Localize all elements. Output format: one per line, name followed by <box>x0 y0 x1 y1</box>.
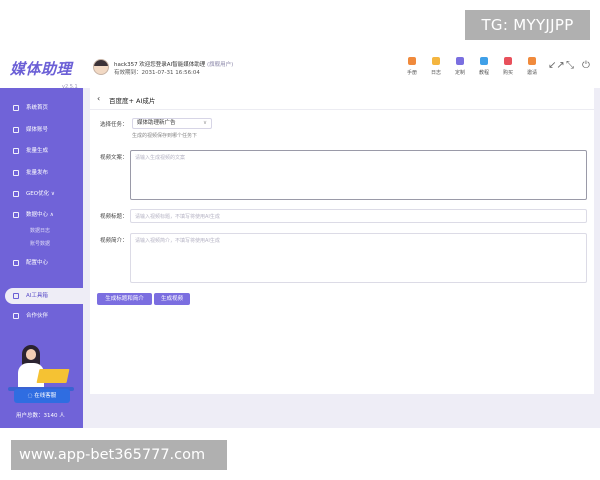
sidebar-item-label: 数据中心 ∧ <box>26 212 54 218</box>
chevron-down-icon: ∨ <box>50 191 55 197</box>
sidebar-item-label: 系统首页 <box>26 105 49 111</box>
intro-textarea[interactable]: 请输入视频简介，不填写将使用AI生成 <box>130 233 587 283</box>
geo-icon <box>13 191 19 197</box>
power-icon[interactable]: ⏻ <box>580 60 592 72</box>
watermark-url: www.app-bet365777.com <box>11 440 227 470</box>
toolbar-log[interactable]: 日志 <box>427 57 445 76</box>
toolbar-label: 邀请 <box>526 70 537 76</box>
sidebar-item-data-center[interactable]: 数据中心 ∧ <box>0 207 83 223</box>
toolbar-manual[interactable]: 手册 <box>403 57 421 76</box>
log-icon <box>432 57 440 65</box>
sidebar-item-label: 配置中心 <box>26 260 49 266</box>
task-label: 选择任务： <box>100 122 128 128</box>
expiry-text: 有效期到：2031-07-31 16:56:04 <box>114 70 200 76</box>
sidebar-subitem-data-log[interactable]: 数据日志 <box>0 225 83 237</box>
task-select-value: 媒体助理新广告 <box>137 120 176 126</box>
edit-icon <box>13 148 19 154</box>
copy-label: 视频文案： <box>100 155 128 161</box>
toolbar-custom[interactable]: 定制 <box>451 57 469 76</box>
task-select[interactable]: 媒体助理新广告 ∨ <box>132 118 212 129</box>
main-panel: ‹ 百度度+ AI成片 选择任务： 媒体助理新广告 ∨ 生成的视频保存到哪个任务… <box>90 88 594 394</box>
data-icon <box>13 212 19 218</box>
book-icon <box>408 57 416 65</box>
sidebar-item-ai-toolbox[interactable]: AI工具箱 <box>5 288 86 304</box>
toolbar-invite[interactable]: 邀请 <box>523 57 541 76</box>
title-label: 视频标题： <box>100 214 128 220</box>
divider <box>90 109 594 110</box>
cart-icon <box>504 57 512 65</box>
home-icon <box>13 105 19 111</box>
custom-icon <box>456 57 464 65</box>
title-input[interactable]: 请输入视频标题，不填写将使用AI生成 <box>130 209 587 223</box>
welcome-text: hack357 欢迎您登录AI智能媒体助理 (旗舰用户) <box>114 60 233 68</box>
sidebar: 系统首页 媒体账号 批量生成 批量发布 GEO优化 ∨ 数据中心 ∧ 数据日志 … <box>0 88 86 428</box>
toolbar-buy[interactable]: 购买 <box>499 57 517 76</box>
user-role: (旗舰用户) <box>206 62 234 68</box>
laptop-icon <box>36 369 70 383</box>
avatar[interactable] <box>93 59 109 75</box>
toolbar-label: 教程 <box>478 70 489 76</box>
sidebar-item-batch-publish[interactable]: 批量发布 <box>0 165 83 181</box>
sidebar-item-batch-generate[interactable]: 批量生成 <box>0 143 83 159</box>
toolbar-tutorial[interactable]: 教程 <box>475 57 493 76</box>
send-icon <box>13 170 19 176</box>
sidebar-subitem-account-data[interactable]: 账号数据 <box>0 238 83 250</box>
sidebar-item-label: 批量发布 <box>26 170 49 176</box>
person-face <box>26 349 36 360</box>
watermark-tg: TG: MYYJJPP <box>465 10 590 40</box>
sidebar-item-label: GEO优化 ∨ <box>26 191 55 197</box>
sidebar-item-config[interactable]: 配置中心 <box>0 255 83 271</box>
shrink-icon[interactable]: ↙↗ <box>548 60 565 72</box>
sidebar-subitem-label: 数据日志 <box>30 228 51 234</box>
sidebar-item-accounts[interactable]: 媒体账号 <box>0 122 83 138</box>
top-bar: 媒体助理 v2.5.1 hack357 欢迎您登录AI智能媒体助理 (旗舰用户)… <box>0 50 600 90</box>
copy-textarea[interactable]: 请输入生成视频的文案 <box>130 150 587 200</box>
fullscreen-icon[interactable]: ⤡ <box>564 60 576 72</box>
sidebar-item-label: 合作伙伴 <box>26 313 49 319</box>
toolbar-label: 购买 <box>502 70 513 76</box>
intro-label: 视频简介： <box>100 238 128 244</box>
user-count: 用户总数：3140 人 <box>16 413 65 419</box>
online-support-button[interactable]: ◌ 在线客服 <box>14 389 70 403</box>
toolbox-icon <box>13 293 19 299</box>
page: 媒体助理 v2.5.1 hack357 欢迎您登录AI智能媒体助理 (旗舰用户)… <box>0 0 600 480</box>
chevron-down-icon: ∨ <box>202 120 207 126</box>
account-icon <box>13 127 19 133</box>
sidebar-item-label: 媒体账号 <box>26 127 49 133</box>
chat-button-label: 在线客服 <box>34 393 57 399</box>
sidebar-item-label: AI工具箱 <box>26 293 48 299</box>
page-title: 百度度+ AI成片 <box>109 97 156 105</box>
task-hint: 生成的视频保存到哪个任务下 <box>132 133 198 139</box>
gift-icon <box>528 57 536 65</box>
chevron-up-icon: ∧ <box>49 212 54 218</box>
toolbar-label: 手册 <box>406 70 417 76</box>
partner-icon <box>13 313 19 319</box>
tutorial-icon <box>480 57 488 65</box>
sidebar-item-geo[interactable]: GEO优化 ∨ <box>0 186 83 202</box>
sidebar-subitem-label: 账号数据 <box>30 241 51 247</box>
toolbar-label: 日志 <box>430 70 441 76</box>
sidebar-item-label: 批量生成 <box>26 148 49 154</box>
back-arrow-icon[interactable]: ‹ <box>97 94 100 103</box>
sidebar-item-home[interactable]: 系统首页 <box>0 100 83 116</box>
sidebar-item-partners[interactable]: 合作伙伴 <box>0 308 83 324</box>
generate-video-button[interactable]: 生成视频 <box>154 293 190 305</box>
toolbar-label: 定制 <box>454 70 465 76</box>
settings-icon <box>13 260 19 266</box>
generate-title-button[interactable]: 生成标题和简介 <box>97 293 152 305</box>
brand-logo: 媒体助理 <box>10 60 73 78</box>
